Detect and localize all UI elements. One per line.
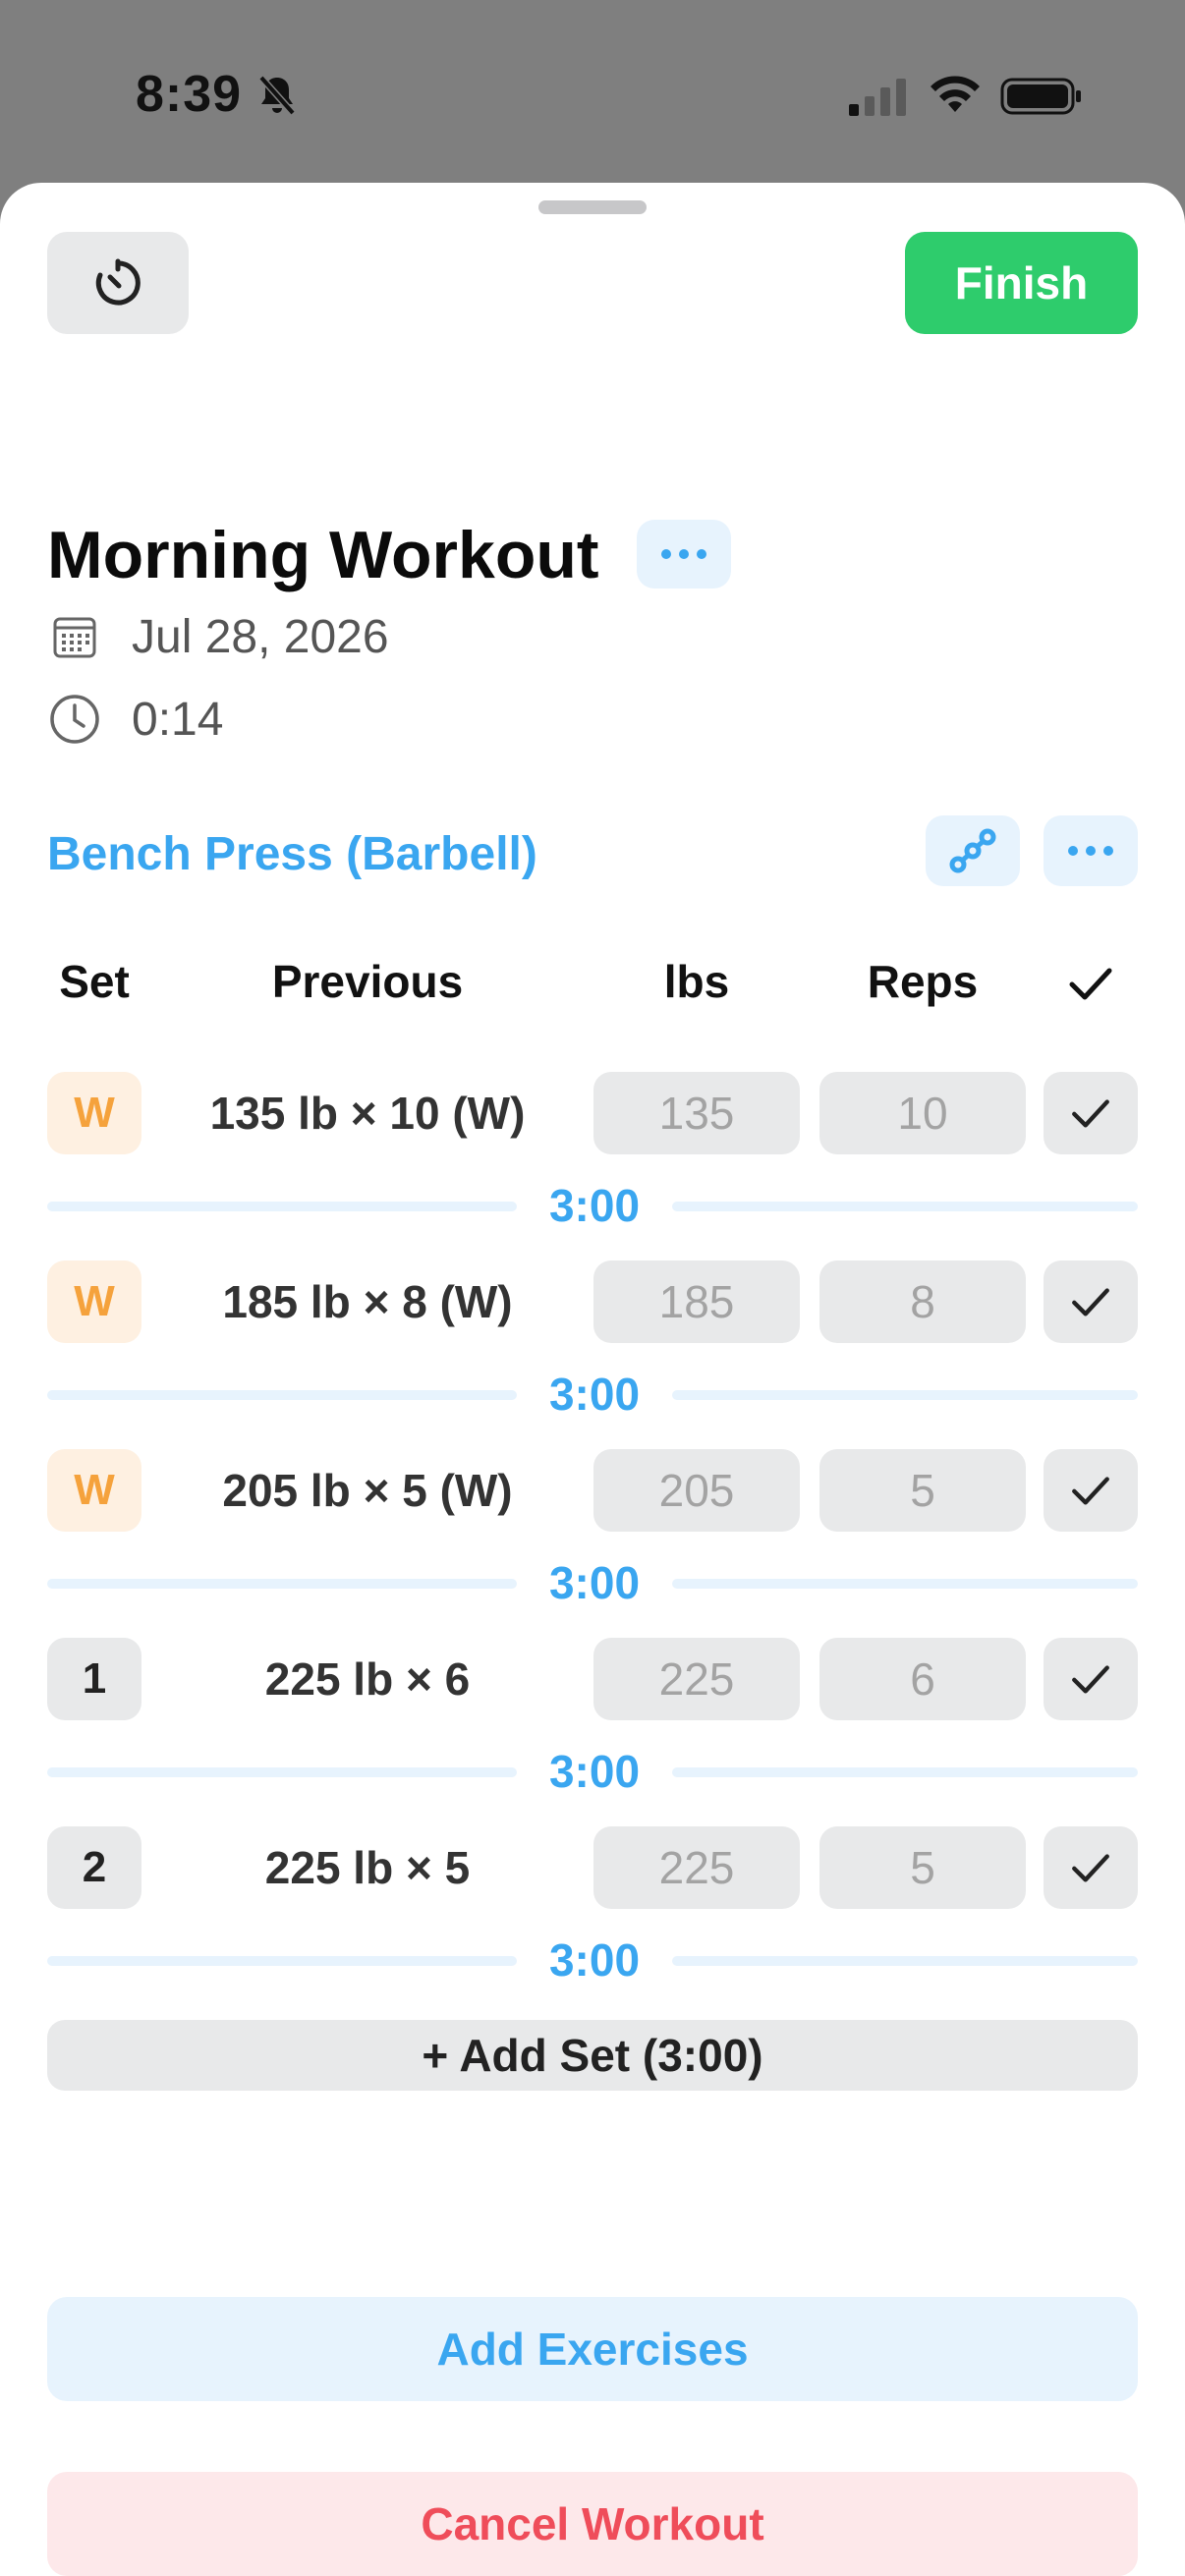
workout-sheet: Finish Morning Workout Jul 28, 2026 0:14…	[0, 183, 1185, 2576]
rest-divider	[672, 1390, 1138, 1400]
set-number-badge[interactable]: 1	[47, 1638, 141, 1720]
rest-time[interactable]: 3:00	[517, 1744, 672, 1799]
link-chain-icon	[949, 828, 996, 873]
reps-input[interactable]: 8	[819, 1260, 1026, 1343]
status-time: 8:39	[136, 66, 243, 123]
rest-divider	[47, 1956, 517, 1966]
wifi-icon	[931, 76, 980, 112]
add-exercises-button[interactable]: Add Exercises	[47, 2297, 1138, 2401]
rest-divider	[47, 1579, 517, 1589]
checkmark-icon	[1072, 1665, 1109, 1694]
finish-button[interactable]: Finish	[905, 232, 1138, 334]
rest-divider	[672, 1767, 1138, 1777]
column-header-previous: Previous	[271, 956, 464, 1007]
checkmark-icon	[1072, 1854, 1109, 1882]
exercise-name[interactable]: Bench Press (Barbell)	[47, 827, 537, 881]
cancel-workout-button[interactable]: Cancel Workout	[47, 2472, 1138, 2576]
complete-set-button[interactable]	[1044, 1826, 1138, 1909]
column-header-reps: Reps	[867, 956, 979, 1007]
weight-input[interactable]: 135	[593, 1072, 800, 1154]
weight-input[interactable]: 185	[593, 1260, 800, 1343]
exercise-options-button[interactable]	[1044, 815, 1138, 886]
rest-divider	[672, 1202, 1138, 1211]
previous-value[interactable]: 205 lb × 5 (W)	[171, 1449, 564, 1532]
workout-duration-row: 0:14	[47, 692, 223, 747]
weight-input[interactable]: 225	[593, 1826, 800, 1909]
rest-divider	[47, 1767, 517, 1777]
status-bar: 8:39	[0, 0, 1185, 187]
bell-slash-icon	[258, 75, 296, 116]
previous-value[interactable]: 185 lb × 8 (W)	[171, 1260, 564, 1343]
rest-timer-button[interactable]	[47, 232, 189, 334]
checkmark-icon	[1072, 1477, 1109, 1505]
superset-button[interactable]	[926, 815, 1020, 886]
previous-value[interactable]: 225 lb × 6	[171, 1638, 564, 1720]
add-set-button[interactable]: + Add Set (3:00)	[47, 2020, 1138, 2091]
workout-date: Jul 28, 2026	[132, 610, 389, 663]
complete-set-button[interactable]	[1044, 1260, 1138, 1343]
checkmark-icon	[1072, 1288, 1109, 1316]
set-row: W 185 lb × 8 (W) 185 8	[0, 1260, 1185, 1343]
column-header-set: Set	[59, 956, 130, 1007]
rest-timer-row[interactable]: 3:00	[47, 1178, 1138, 1233]
set-type-badge[interactable]: W	[47, 1260, 141, 1343]
timer-icon	[95, 258, 141, 306]
set-type-badge[interactable]: W	[47, 1449, 141, 1532]
rest-divider	[47, 1202, 517, 1211]
column-header-lbs: lbs	[663, 956, 730, 1007]
workout-date-row: Jul 28, 2026	[47, 609, 389, 664]
sheet-grabber[interactable]	[538, 200, 647, 214]
ellipsis-icon	[661, 549, 706, 559]
checkmark-icon	[1069, 968, 1112, 1000]
complete-set-button[interactable]	[1044, 1449, 1138, 1532]
battery-icon	[1000, 78, 1081, 115]
reps-input[interactable]: 5	[819, 1449, 1026, 1532]
set-row: W 205 lb × 5 (W) 205 5	[0, 1449, 1185, 1532]
rest-divider	[47, 1390, 517, 1400]
clock-icon	[50, 695, 99, 744]
checkmark-icon	[1072, 1099, 1109, 1128]
rest-time[interactable]: 3:00	[517, 1555, 672, 1610]
calendar-icon	[53, 617, 96, 658]
weight-input[interactable]: 225	[593, 1638, 800, 1720]
reps-input[interactable]: 6	[819, 1638, 1026, 1720]
rest-timer-row[interactable]: 3:00	[47, 1555, 1138, 1610]
rest-timer-row[interactable]: 3:00	[47, 1744, 1138, 1799]
cellular-signal-icon	[849, 79, 906, 116]
previous-value[interactable]: 135 lb × 10 (W)	[171, 1072, 564, 1154]
previous-value[interactable]: 225 lb × 5	[171, 1826, 564, 1909]
set-row: 1 225 lb × 6 225 6	[0, 1638, 1185, 1720]
set-row: 2 225 lb × 5 225 5	[0, 1826, 1185, 1909]
complete-set-button[interactable]	[1044, 1072, 1138, 1154]
rest-timer-row[interactable]: 3:00	[47, 1367, 1138, 1422]
ellipsis-icon	[1068, 846, 1113, 856]
rest-divider	[672, 1956, 1138, 1966]
rest-time[interactable]: 3:00	[517, 1932, 672, 1988]
set-row: W 135 lb × 10 (W) 135 10	[0, 1072, 1185, 1154]
complete-set-button[interactable]	[1044, 1638, 1138, 1720]
workout-title[interactable]: Morning Workout	[47, 517, 599, 593]
weight-input[interactable]: 205	[593, 1449, 800, 1532]
rest-time[interactable]: 3:00	[517, 1367, 672, 1422]
workout-duration: 0:14	[132, 693, 224, 746]
reps-input[interactable]: 5	[819, 1826, 1026, 1909]
column-header-check	[1044, 959, 1138, 1014]
rest-divider	[672, 1579, 1138, 1589]
set-type-badge[interactable]: W	[47, 1072, 141, 1154]
rest-time[interactable]: 3:00	[517, 1178, 672, 1233]
reps-input[interactable]: 10	[819, 1072, 1026, 1154]
rest-timer-row[interactable]: 3:00	[47, 1932, 1138, 1988]
workout-options-button[interactable]	[637, 520, 731, 588]
set-number-badge[interactable]: 2	[47, 1826, 141, 1909]
